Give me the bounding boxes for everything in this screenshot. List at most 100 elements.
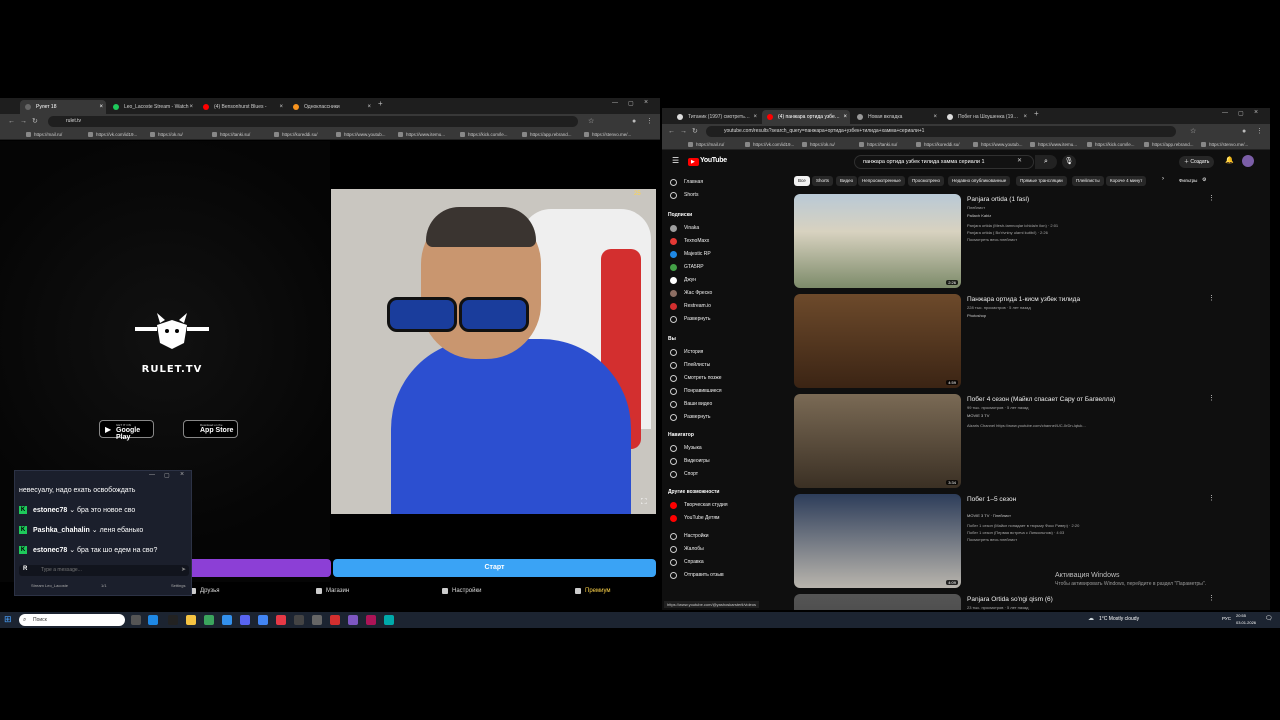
filter-chip[interactable]: Прямые трансляции	[1016, 176, 1067, 186]
bookmark-item[interactable]: https://mail.ru/	[26, 129, 84, 140]
sidebar-item-settings[interactable]: Отправить отзыв	[668, 569, 768, 582]
filter-chip[interactable]: Короче 4 минут	[1106, 176, 1147, 186]
taskbar-search[interactable]: ⌕ Поиск	[19, 614, 125, 626]
view-playlist-link[interactable]: Посмотреть весь плейлист	[967, 237, 1207, 242]
app-store-button[interactable]: Download on the App Store	[183, 420, 238, 438]
close-icon[interactable]: ×	[180, 471, 184, 478]
terminal-icon[interactable]	[168, 615, 178, 625]
bookmark-item[interactable]: https://tanki.su/	[212, 129, 270, 140]
send-icon[interactable]: ➤	[181, 566, 186, 573]
video-thumbnail[interactable]: 4:09	[794, 494, 961, 588]
bookmark-item[interactable]: https://www.itemu...	[398, 129, 456, 140]
video-title[interactable]: Панжара ортида 1-кисм узбек тилида	[967, 296, 1197, 303]
channel-name[interactable]: MOVIE 3 TV · Плейлист	[967, 513, 1197, 518]
close-icon[interactable]: ×	[279, 100, 283, 114]
maximize-icon[interactable]: ▢	[164, 472, 170, 479]
filter-chip[interactable]: Просмотрено	[908, 176, 945, 186]
filter-chip[interactable]: Плейлисты	[1072, 176, 1104, 186]
weather-text[interactable]: 1°C Mostly cloudy	[1099, 616, 1139, 622]
sidebar-item-navigator[interactable]: Видеоигры	[668, 455, 768, 468]
chips-next-icon[interactable]: ›	[1162, 176, 1164, 182]
task-view-icon[interactable]	[131, 615, 141, 625]
chat-input[interactable]: Type a message...	[19, 565, 189, 576]
chat-username[interactable]: estonec78	[33, 547, 67, 554]
close-icon[interactable]: ×	[189, 100, 193, 114]
channel-name[interactable]: MOVIE 3 TV	[967, 413, 1197, 418]
sidebar-item-subscription[interactable]: Vinaka	[668, 222, 768, 235]
notification-center-icon[interactable]: 🗨	[1265, 615, 1273, 622]
sidebar-item-subscription[interactable]: Majestic RP	[668, 248, 768, 261]
filter-chip[interactable]: Недавно опубликованные	[948, 176, 1011, 186]
bookmark-item[interactable]: https://koreddi.su/	[274, 129, 332, 140]
channel-name[interactable]: Photoshop	[967, 313, 1197, 318]
tab-kick[interactable]: Leo_Lacoste Stream - Watch Li×	[108, 100, 196, 124]
other-header[interactable]: Другие возможности	[668, 486, 768, 498]
bookmark-item[interactable]: https://stenvo.me/...	[584, 129, 642, 140]
video-title[interactable]: Panjara Ortida so'ngi qism (6)	[967, 596, 1197, 603]
sidebar-item-settings[interactable]: Жалобы	[668, 543, 768, 556]
app-icon[interactable]	[276, 615, 286, 625]
address-bar[interactable]: rulet.tv	[48, 116, 578, 127]
tab-youtube[interactable]: (4) Bensonhurst Blues - Oscar×	[198, 100, 286, 124]
maximize-icon[interactable]: ▢	[628, 100, 634, 107]
subscriptions-header[interactable]: Подписки	[668, 209, 768, 221]
new-tab-icon[interactable]: +	[378, 99, 383, 108]
bookmark-item[interactable]: https://www.youtub...	[336, 129, 394, 140]
filter-chip[interactable]: Непросмотренные	[858, 176, 905, 186]
windows-start-icon[interactable]: ⊞	[4, 614, 12, 625]
weather-icon[interactable]: ☁	[1088, 615, 1094, 622]
more-options-icon[interactable]: ⋮	[1208, 394, 1215, 402]
video-thumbnail[interactable]: 3:34	[794, 394, 961, 488]
tab-rulet[interactable]: Рулет 18 ×	[20, 100, 106, 114]
filter-chip[interactable]: Shorts	[812, 176, 834, 186]
forward-icon[interactable]: →	[20, 114, 27, 129]
sidebar-item-settings[interactable]: Настройки	[668, 530, 768, 543]
clock-time[interactable]: 20:55	[1236, 613, 1246, 618]
video-thumbnail[interactable]: 4:59	[794, 294, 961, 388]
start-button[interactable]: Старт	[333, 559, 656, 577]
more-options-icon[interactable]: ⋮	[1208, 294, 1215, 302]
view-playlist-link[interactable]: Посмотреть весь плейлист	[967, 537, 1207, 542]
sidebar-item-you[interactable]: Смотреть позже	[668, 372, 768, 385]
bookmark-item[interactable]: https://app.rebrand...	[522, 129, 580, 140]
telegram-icon[interactable]	[222, 615, 232, 625]
language-indicator[interactable]: РУС	[1222, 616, 1231, 621]
more-options-icon[interactable]: ⋮	[1208, 494, 1215, 502]
video-thumbnail[interactable]: 2:26	[794, 194, 961, 288]
stop-button[interactable]	[186, 559, 331, 577]
discord-icon[interactable]	[240, 615, 250, 625]
sidebar-item-subscription[interactable]: Restream.io	[668, 300, 768, 313]
tab-ok[interactable]: Одноклассники ×	[288, 100, 374, 114]
channel-name[interactable]: Pallaxh Kabiz	[967, 213, 1197, 218]
bookmark-item[interactable]: https://vk.com/id19...	[88, 129, 146, 140]
google-play-button[interactable]: ▶ GET IT ON Google Play	[99, 420, 154, 441]
filter-chip[interactable]: Все	[794, 176, 810, 186]
sidebar-item-you[interactable]: Понравившиеся	[668, 385, 768, 398]
close-icon[interactable]: ×	[367, 100, 371, 114]
clock-date[interactable]: 03.01.2026	[1236, 620, 1256, 625]
star-icon[interactable]: ☆	[588, 114, 594, 129]
app-icon[interactable]	[330, 615, 340, 625]
video-title[interactable]: Побег 4 сезон (Майкл спасает Сару от Баг…	[967, 396, 1197, 403]
obs-icon[interactable]	[348, 615, 358, 625]
sidebar-item-other[interactable]: YouTube Детям	[668, 512, 768, 525]
sidebar-item-subscription[interactable]: TexnoMaxx	[668, 235, 768, 248]
sidebar-item-subscription[interactable]: GTA5RP	[668, 261, 768, 274]
sidebar-item-you[interactable]: Ваши видео	[668, 398, 768, 411]
sidebar-item-you[interactable]: История	[668, 346, 768, 359]
close-icon[interactable]: ×	[99, 100, 103, 114]
store-icon[interactable]	[204, 615, 214, 625]
sidebar-item-settings[interactable]: Справка	[668, 556, 768, 569]
chat-username[interactable]: Pashka_chahalin	[33, 527, 90, 534]
app-icon[interactable]	[312, 615, 322, 625]
sidebar-item-other[interactable]: Творческая студия	[668, 499, 768, 512]
filters-button[interactable]: Фильтры	[1179, 178, 1197, 183]
filters-icon[interactable]: ⚙	[1202, 177, 1206, 183]
sidebar-item-subscription[interactable]: Развернуть	[668, 313, 768, 326]
bookmark-item[interactable]: https://ok.ru/	[150, 129, 208, 140]
edge-icon[interactable]	[148, 615, 158, 625]
app-icon[interactable]	[294, 615, 304, 625]
camera-switch-icon[interactable]: ⛶	[641, 497, 647, 507]
close-window-icon[interactable]: ×	[644, 99, 648, 106]
sidebar-item-you[interactable]: Развернуть	[668, 411, 768, 424]
